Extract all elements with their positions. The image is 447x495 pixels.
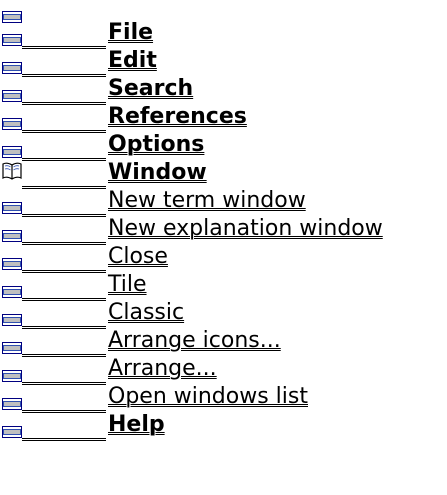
- topic-row[interactable]: References: [0, 104, 447, 133]
- topic-row[interactable]: Classic: [0, 300, 447, 329]
- indent-underline: [22, 298, 106, 301]
- indent-underline: [22, 186, 106, 189]
- indent-underline: [22, 46, 106, 49]
- topic-link[interactable]: Options: [108, 132, 204, 158]
- folder-closed-icon[interactable]: [2, 199, 22, 214]
- folder-closed-icon[interactable]: [2, 227, 22, 242]
- folder-closed-icon[interactable]: [2, 115, 22, 130]
- topic-link[interactable]: File: [108, 20, 153, 46]
- topic-link[interactable]: Tile: [108, 272, 147, 298]
- open-book-icon[interactable]: [1, 161, 23, 181]
- indent-underline: [22, 382, 106, 385]
- topic-row[interactable]: Window: [0, 160, 447, 189]
- folder-closed-icon[interactable]: [2, 395, 22, 410]
- topic-row[interactable]: File: [0, 20, 447, 49]
- topic-row[interactable]: Close: [0, 244, 447, 273]
- folder-closed-icon[interactable]: [2, 87, 22, 102]
- indent-underline: [22, 438, 106, 441]
- folder-closed-icon[interactable]: [2, 339, 22, 354]
- topic-row[interactable]: Arrange...: [0, 356, 447, 385]
- topic-link[interactable]: Arrange...: [108, 356, 217, 382]
- topic-link[interactable]: Search: [108, 76, 193, 102]
- indent-underline: [22, 130, 106, 133]
- indent-underline: [22, 214, 106, 217]
- folder-closed-icon[interactable]: [2, 59, 22, 74]
- topic-link[interactable]: New explanation window: [108, 216, 383, 242]
- topic-link[interactable]: Help: [108, 412, 165, 438]
- folder-closed-icon[interactable]: [2, 255, 22, 270]
- topic-row[interactable]: Tile: [0, 272, 447, 301]
- topic-row[interactable]: Arrange icons...: [0, 328, 447, 357]
- topic-row[interactable]: New explanation window: [0, 216, 447, 245]
- topic-row[interactable]: Open windows list: [0, 384, 447, 413]
- indent-underline: [22, 74, 106, 77]
- topic-row[interactable]: Help: [0, 412, 447, 441]
- indent-underline: [22, 354, 106, 357]
- topic-link[interactable]: Arrange icons...: [108, 328, 281, 354]
- topic-link[interactable]: Edit: [108, 48, 157, 74]
- topic-link[interactable]: New term window: [108, 188, 306, 214]
- topic-link[interactable]: Window: [108, 160, 207, 186]
- topic-link[interactable]: Classic: [108, 300, 184, 326]
- folder-closed-icon[interactable]: [2, 311, 22, 326]
- indent-underline: [22, 102, 106, 105]
- indent-underline: [22, 242, 106, 245]
- folder-closed-icon[interactable]: [2, 367, 22, 382]
- indent-underline: [22, 158, 106, 161]
- topic-row[interactable]: Edit: [0, 48, 447, 77]
- folder-closed-icon[interactable]: [2, 283, 22, 298]
- indent-underline: [22, 270, 106, 273]
- indent-underline: [22, 326, 106, 329]
- topic-link[interactable]: Open windows list: [108, 384, 308, 410]
- topic-link[interactable]: References: [108, 104, 247, 130]
- help-contents-tree: File Edit Search References Options Window New…: [0, 0, 447, 495]
- indent-underline: [22, 410, 106, 413]
- folder-closed-icon[interactable]: [2, 31, 22, 46]
- folder-closed-icon[interactable]: [2, 423, 22, 438]
- topic-row[interactable]: Options: [0, 132, 447, 161]
- topic-link[interactable]: Close: [108, 244, 168, 270]
- topic-row[interactable]: Search: [0, 76, 447, 105]
- topic-row[interactable]: New term window: [0, 188, 447, 217]
- folder-closed-icon[interactable]: [2, 143, 22, 158]
